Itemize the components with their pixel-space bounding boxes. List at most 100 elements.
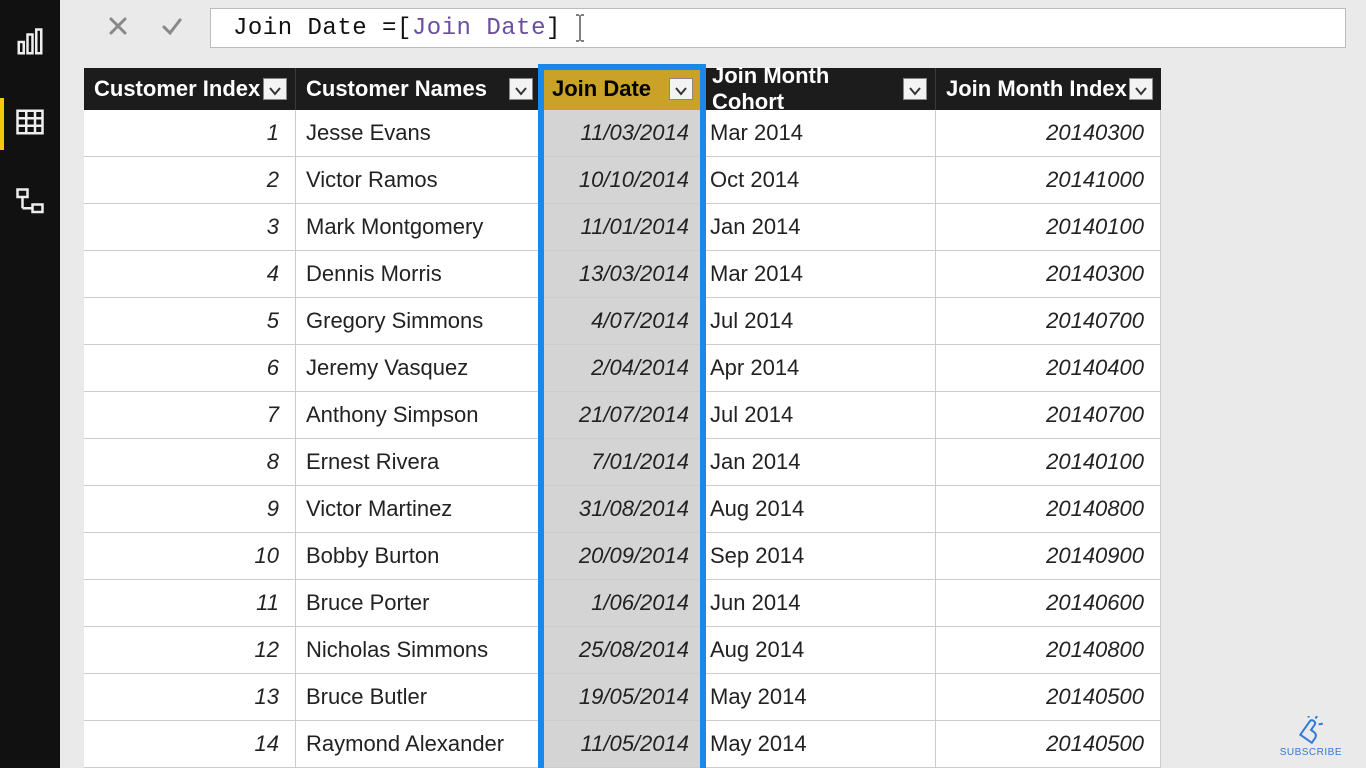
cell-customer-index[interactable]: 6 <box>84 345 296 392</box>
cell-join-date[interactable]: 20/09/2014 <box>542 533 702 580</box>
cell-customer-name[interactable]: Jeremy Vasquez <box>296 345 542 392</box>
cell-customer-index[interactable]: 9 <box>84 486 296 533</box>
finger-tap-icon <box>1291 716 1331 747</box>
cell-customer-index[interactable]: 2 <box>84 157 296 204</box>
cell-customer-name[interactable]: Bruce Porter <box>296 580 542 627</box>
cell-join-month-index[interactable]: 20140700 <box>936 298 1161 345</box>
column-header-label: Join Date <box>552 76 651 102</box>
chevron-down-icon <box>515 76 527 102</box>
cell-join-date[interactable]: 21/07/2014 <box>542 392 702 439</box>
filter-button[interactable] <box>263 78 287 100</box>
cell-join-month-index[interactable]: 20141000 <box>936 157 1161 204</box>
cell-join-date[interactable]: 4/07/2014 <box>542 298 702 345</box>
filter-button[interactable] <box>669 78 693 100</box>
cell-join-month-index[interactable]: 20140100 <box>936 204 1161 251</box>
left-nav-rail <box>0 0 60 768</box>
cell-join-month-index[interactable]: 20140300 <box>936 251 1161 298</box>
formula-ref-close: ] <box>546 15 561 42</box>
column-header-join-date[interactable]: Join Date <box>542 68 702 110</box>
cell-join-date[interactable]: 7/01/2014 <box>542 439 702 486</box>
cell-join-month-cohort[interactable]: Aug 2014 <box>702 486 936 533</box>
cell-customer-index[interactable]: 7 <box>84 392 296 439</box>
cell-join-month-index[interactable]: 20140500 <box>936 674 1161 721</box>
cell-customer-name[interactable]: Mark Montgomery <box>296 204 542 251</box>
cell-join-month-cohort[interactable]: Apr 2014 <box>702 345 936 392</box>
column-header-label: Customer Names <box>306 76 487 102</box>
cell-join-month-cohort[interactable]: May 2014 <box>702 674 936 721</box>
cell-join-month-index[interactable]: 20140500 <box>936 721 1161 768</box>
cell-join-month-cohort[interactable]: Sep 2014 <box>702 533 936 580</box>
cell-customer-index[interactable]: 12 <box>84 627 296 674</box>
cell-join-month-cohort[interactable]: Oct 2014 <box>702 157 936 204</box>
cell-customer-name[interactable]: Anthony Simpson <box>296 392 542 439</box>
cell-join-date[interactable]: 11/05/2014 <box>542 721 702 768</box>
cell-join-date[interactable]: 13/03/2014 <box>542 251 702 298</box>
cell-customer-index[interactable]: 4 <box>84 251 296 298</box>
nav-data-view[interactable] <box>0 98 60 150</box>
cell-customer-name[interactable]: Jesse Evans <box>296 110 542 157</box>
cell-customer-name[interactable]: Gregory Simmons <box>296 298 542 345</box>
cell-customer-index[interactable]: 5 <box>84 298 296 345</box>
cell-customer-index[interactable]: 1 <box>84 110 296 157</box>
formula-ref-open: [ <box>397 15 412 42</box>
column-header-join-month-index[interactable]: Join Month Index <box>936 68 1161 110</box>
cell-join-date[interactable]: 11/01/2014 <box>542 204 702 251</box>
cell-customer-name[interactable]: Raymond Alexander <box>296 721 542 768</box>
close-icon <box>106 14 130 43</box>
column-header-customer-names[interactable]: Customer Names <box>296 68 542 110</box>
cell-customer-name[interactable]: Dennis Morris <box>296 251 542 298</box>
cell-customer-index[interactable]: 11 <box>84 580 296 627</box>
filter-button[interactable] <box>509 78 533 100</box>
cell-join-month-index[interactable]: 20140700 <box>936 392 1161 439</box>
cell-customer-name[interactable]: Nicholas Simmons <box>296 627 542 674</box>
cell-join-month-index[interactable]: 20140300 <box>936 110 1161 157</box>
filter-button[interactable] <box>1129 78 1153 100</box>
cell-join-month-cohort[interactable]: Mar 2014 <box>702 110 936 157</box>
cell-customer-index[interactable]: 3 <box>84 204 296 251</box>
cell-join-month-index[interactable]: 20140600 <box>936 580 1161 627</box>
cell-join-month-index[interactable]: 20140800 <box>936 486 1161 533</box>
cell-join-month-cohort[interactable]: Jun 2014 <box>702 580 936 627</box>
chevron-down-icon <box>269 76 281 102</box>
column-header-join-month-cohort[interactable]: Join Month Cohort <box>702 68 936 110</box>
nav-report-view[interactable] <box>0 18 60 70</box>
cell-customer-name[interactable]: Ernest Rivera <box>296 439 542 486</box>
cell-customer-index[interactable]: 8 <box>84 439 296 486</box>
filter-button[interactable] <box>903 78 927 100</box>
nav-model-view[interactable] <box>0 178 60 230</box>
cell-join-date[interactable]: 25/08/2014 <box>542 627 702 674</box>
cell-join-date[interactable]: 31/08/2014 <box>542 486 702 533</box>
cell-join-date[interactable]: 10/10/2014 <box>542 157 702 204</box>
cell-join-month-cohort[interactable]: Jul 2014 <box>702 298 936 345</box>
cell-join-month-cohort[interactable]: Jul 2014 <box>702 392 936 439</box>
cell-join-month-index[interactable]: 20140400 <box>936 345 1161 392</box>
formula-commit-button[interactable] <box>158 14 186 42</box>
cell-join-month-cohort[interactable]: Aug 2014 <box>702 627 936 674</box>
cell-customer-name[interactable]: Victor Ramos <box>296 157 542 204</box>
cell-customer-index[interactable]: 13 <box>84 674 296 721</box>
cell-join-month-index[interactable]: 20140800 <box>936 627 1161 674</box>
column-header-label: Customer Index <box>94 76 260 102</box>
cell-join-month-cohort[interactable]: Jan 2014 <box>702 204 936 251</box>
cell-customer-name[interactable]: Victor Martinez <box>296 486 542 533</box>
cell-customer-index[interactable]: 10 <box>84 533 296 580</box>
cell-join-month-cohort[interactable]: Mar 2014 <box>702 251 936 298</box>
cell-customer-name[interactable]: Bruce Butler <box>296 674 542 721</box>
chevron-down-icon <box>1135 76 1147 102</box>
cell-customer-index[interactable]: 14 <box>84 721 296 768</box>
formula-column-reference: Join Date <box>412 15 546 42</box>
subscribe-badge[interactable]: SUBSCRIBE <box>1280 716 1342 758</box>
cell-customer-name[interactable]: Bobby Burton <box>296 533 542 580</box>
formula-input[interactable]: Join Date = [Join Date] <box>210 8 1346 48</box>
cell-join-date[interactable]: 11/03/2014 <box>542 110 702 157</box>
cell-join-month-index[interactable]: 20140100 <box>936 439 1161 486</box>
column-header-customer-index[interactable]: Customer Index <box>84 68 296 110</box>
formula-cancel-button[interactable] <box>104 14 132 42</box>
cell-join-month-index[interactable]: 20140900 <box>936 533 1161 580</box>
cell-join-date[interactable]: 2/04/2014 <box>542 345 702 392</box>
cell-join-month-cohort[interactable]: May 2014 <box>702 721 936 768</box>
cell-join-date[interactable]: 19/05/2014 <box>542 674 702 721</box>
data-table: Customer Index Customer Names Join Date … <box>84 68 1346 768</box>
cell-join-date[interactable]: 1/06/2014 <box>542 580 702 627</box>
cell-join-month-cohort[interactable]: Jan 2014 <box>702 439 936 486</box>
